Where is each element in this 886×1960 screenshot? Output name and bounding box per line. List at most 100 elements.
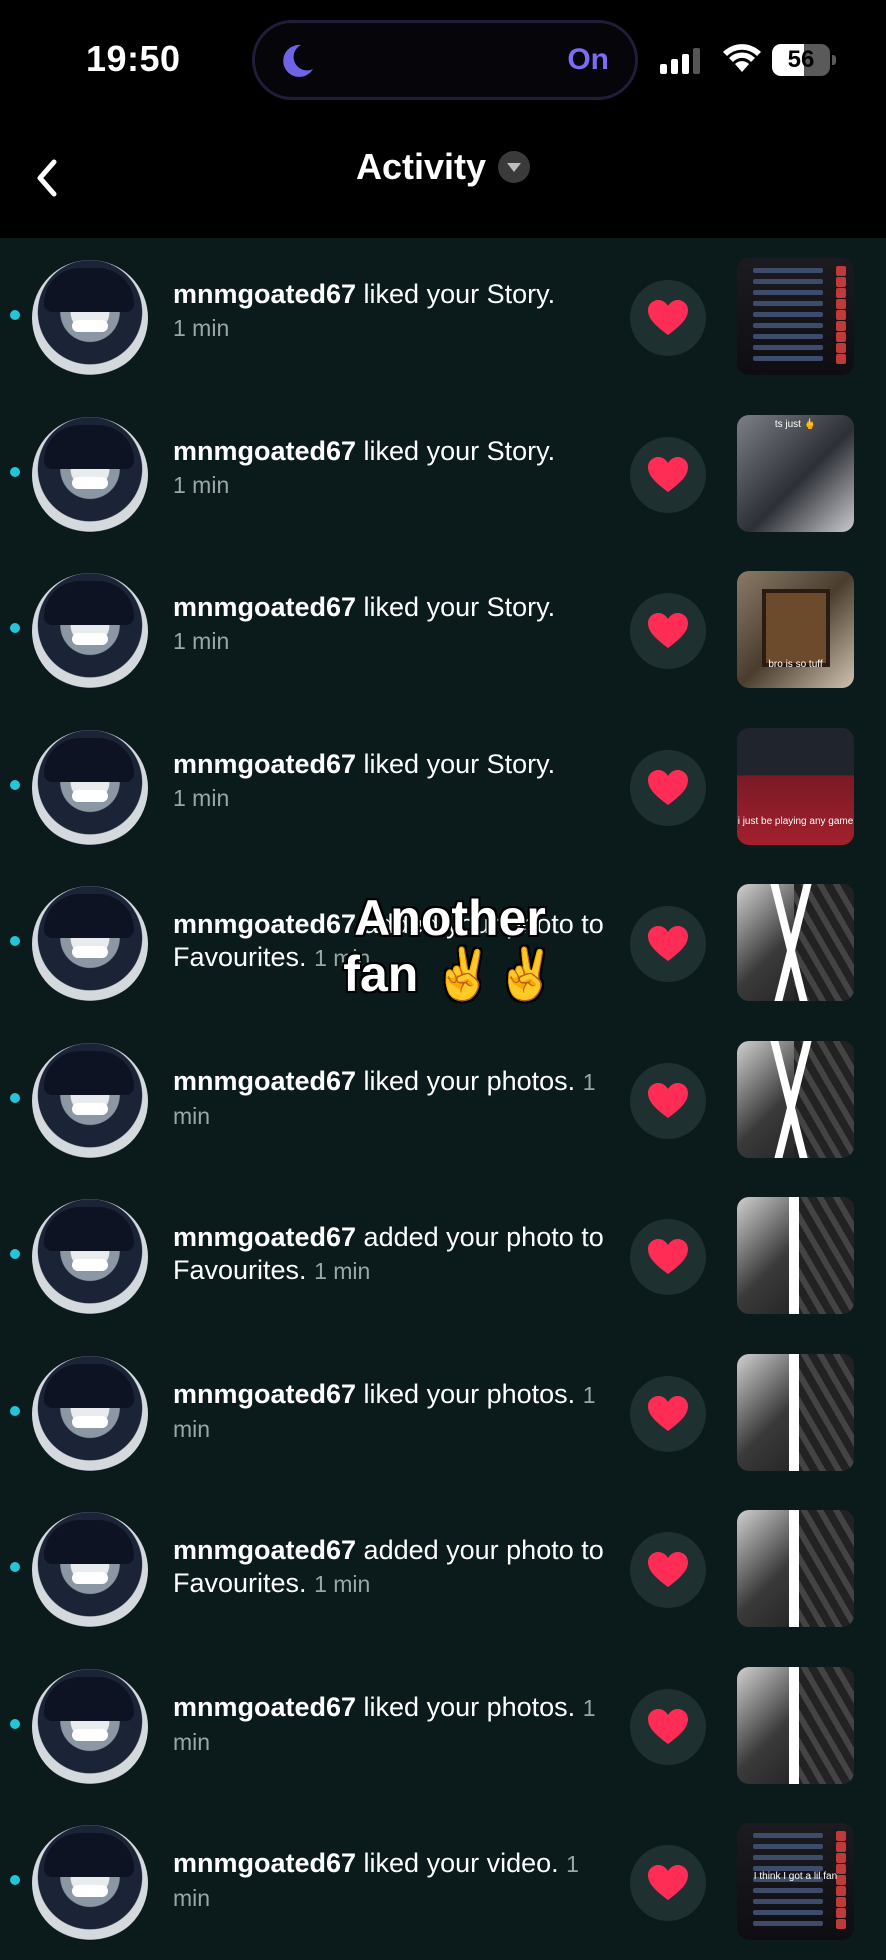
heart-icon (648, 1395, 688, 1431)
username[interactable]: mnmgoated67 (173, 749, 356, 779)
avatar[interactable] (32, 1825, 148, 1941)
heart-icon (648, 456, 688, 492)
status-bar: 19:50 On 56 (0, 0, 886, 120)
activity-item[interactable]: mnmgoated67 liked your Story. 1 min i just… (0, 708, 886, 865)
username[interactable]: mnmgoated67 (173, 909, 356, 939)
avatar[interactable] (32, 573, 148, 689)
username[interactable]: mnmgoated67 (173, 1066, 356, 1096)
activity-item[interactable]: mnmgoated67 liked your Story. 1 min bro is… (0, 551, 886, 708)
unread-dot (10, 310, 20, 320)
post-thumbnail[interactable] (737, 1040, 854, 1158)
timestamp: 1 min (173, 628, 230, 654)
post-thumbnail[interactable] (737, 1353, 854, 1471)
focus-mode-status: On (567, 43, 609, 76)
post-thumbnail[interactable]: ts just 🖕 (737, 414, 854, 532)
thumbnail-caption: bro is so tuff (768, 659, 823, 670)
like-button[interactable] (630, 1219, 706, 1295)
post-thumbnail[interactable] (737, 884, 854, 1001)
action-text: liked your photos. (356, 1378, 576, 1409)
unread-dot (10, 1249, 20, 1259)
activity-item[interactable]: mnmgoated67 liked your photos. 1 min (0, 1334, 886, 1491)
unread-dot (10, 936, 20, 946)
avatar[interactable] (32, 1199, 148, 1315)
activity-list: mnmgoated67 liked your Story. 1 min mnmgoa… (0, 238, 886, 1960)
activity-text: mnmgoated67 liked your photos. 1 min (173, 1378, 613, 1446)
username[interactable]: mnmgoated67 (173, 279, 356, 309)
action-text: liked your Story. (356, 592, 556, 622)
avatar[interactable] (32, 416, 148, 533)
like-button[interactable] (630, 1688, 706, 1765)
like-button[interactable] (630, 1062, 706, 1139)
activity-text: mnmgoated67 liked your Story. 1 min (173, 435, 613, 502)
activity-text: mnmgoated67 liked your video. 1 min (173, 1847, 613, 1915)
action-text: liked your photos. (356, 1691, 576, 1722)
unread-dot (10, 779, 20, 790)
avatar[interactable] (32, 1668, 148, 1785)
activity-text: mnmgoated67 liked your Story. 1 min (173, 591, 613, 658)
action-text: liked your photos. (356, 1065, 576, 1096)
activity-item[interactable]: mnmgoated67 liked your photos. 1 min (0, 1021, 886, 1178)
activity-text: mnmgoated67 liked your Story. 1 min (173, 748, 613, 815)
activity-item[interactable]: mnmgoated67 liked your video. 1 min I thi… (0, 1803, 886, 1960)
like-button[interactable] (630, 906, 706, 982)
like-button[interactable] (630, 749, 706, 826)
username[interactable]: mnmgoated67 (173, 1379, 356, 1409)
heart-icon (648, 1865, 688, 1900)
avatar[interactable] (32, 1355, 148, 1472)
unread-dot (10, 1875, 20, 1885)
like-button[interactable] (630, 436, 706, 513)
heart-icon (648, 1082, 688, 1118)
activity-item[interactable]: mnmgoated67 liked your photos. 1 min (0, 1647, 886, 1804)
wifi-icon (723, 44, 761, 72)
username[interactable]: mnmgoated67 (173, 1535, 356, 1565)
activity-item[interactable]: mnmgoated67 liked your Story. 1 min (0, 238, 886, 395)
like-button[interactable] (630, 593, 706, 669)
activity-item[interactable]: mnmgoated67 added your photo to Favourit… (0, 1490, 886, 1647)
activity-item[interactable]: mnmgoated67 liked your Story. 1 min ts jus… (0, 395, 886, 552)
username[interactable]: mnmgoated67 (173, 1222, 356, 1252)
thumbnail-caption: ts just 🖕 (774, 418, 817, 430)
post-thumbnail[interactable]: I think I got a lil fan (737, 1823, 854, 1940)
post-thumbnail[interactable] (737, 1510, 854, 1627)
avatar[interactable] (32, 1512, 148, 1628)
username[interactable]: mnmgoated67 (173, 436, 356, 466)
heart-icon (648, 1239, 688, 1274)
post-thumbnail[interactable]: i just be playing any game (737, 727, 854, 845)
like-button[interactable] (630, 1532, 706, 1608)
like-button[interactable] (630, 1845, 706, 1921)
heart-icon (648, 613, 688, 648)
action-text: liked your video. (356, 1848, 559, 1878)
battery-percent: 56 (787, 46, 815, 73)
activity-item[interactable]: mnmgoated67 added your photo to Favourit… (0, 1177, 886, 1334)
heart-icon (648, 769, 688, 805)
like-button[interactable] (630, 1375, 706, 1452)
avatar[interactable] (32, 260, 148, 376)
unread-dot (10, 623, 20, 633)
timestamp: 1 min (173, 784, 230, 811)
thumbnail-caption: i just be playing any game (737, 815, 854, 827)
focus-mode-pill[interactable]: On (252, 20, 638, 100)
page-title: Activity (355, 146, 487, 187)
timestamp: 1 min (173, 315, 230, 341)
avatar[interactable] (32, 729, 148, 846)
username[interactable]: mnmgoated67 (173, 1848, 356, 1878)
post-thumbnail[interactable] (737, 258, 854, 375)
avatar[interactable] (32, 1042, 148, 1159)
action-text: liked your Story. (356, 748, 556, 779)
moon-icon (283, 44, 313, 77)
thumbnail-caption: I think I got a lil fan (753, 1871, 838, 1882)
unread-dot (10, 1562, 20, 1572)
activity-header: Activity (0, 120, 886, 238)
activity-text: mnmgoated67 added your photo to Favourit… (173, 1534, 613, 1601)
unread-dot (10, 1405, 20, 1416)
like-button[interactable] (630, 280, 706, 356)
activity-text: mnmgoated67 added your photo to Favourit… (173, 1221, 613, 1288)
post-thumbnail[interactable] (737, 1666, 854, 1784)
post-thumbnail[interactable]: bro is so tuff (737, 571, 854, 688)
avatar[interactable] (32, 886, 148, 1002)
timestamp: 1 min (173, 471, 230, 498)
post-thumbnail[interactable] (737, 1197, 854, 1314)
username[interactable]: mnmgoated67 (173, 1692, 356, 1722)
username[interactable]: mnmgoated67 (173, 592, 356, 622)
filter-dropdown-icon[interactable] (498, 151, 531, 183)
